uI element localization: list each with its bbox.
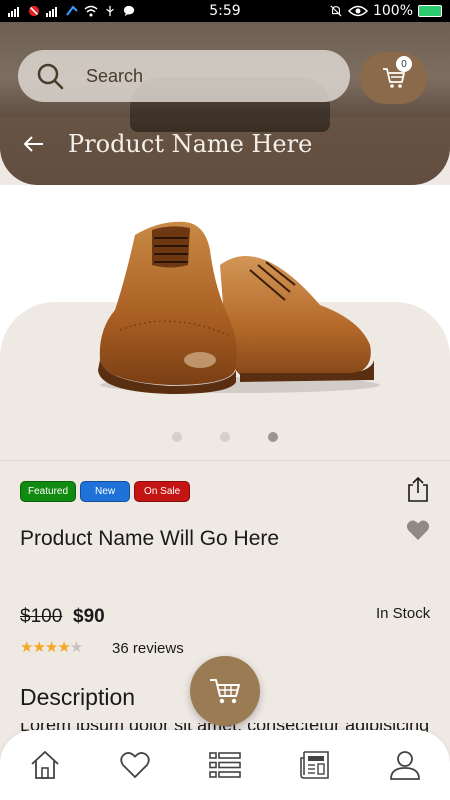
gallery-dot-1[interactable] bbox=[172, 432, 182, 442]
search-placeholder: Search bbox=[86, 65, 144, 86]
signal-icon-2 bbox=[46, 7, 57, 17]
search-bar[interactable]: Search bbox=[18, 50, 350, 102]
product-name: Product Name Will Go Here bbox=[20, 527, 280, 550]
mute-icon bbox=[330, 5, 342, 17]
badge-row: Featured New On Sale bbox=[20, 481, 191, 502]
original-price: $100 bbox=[20, 606, 63, 627]
search-icon bbox=[37, 63, 64, 90]
cart-button[interactable]: 0 bbox=[360, 52, 427, 104]
nav-home[interactable] bbox=[25, 745, 65, 785]
cart-count-badge: 0 bbox=[396, 56, 412, 72]
blocked-icon bbox=[28, 5, 40, 17]
badge-featured: Featured bbox=[20, 481, 77, 502]
rating-stars-empty: ★ bbox=[69, 639, 83, 656]
favorite-heart-icon[interactable] bbox=[406, 519, 430, 541]
review-count[interactable]: 36 reviews bbox=[112, 640, 184, 657]
heart-icon bbox=[120, 752, 150, 779]
gallery-dot-3-active[interactable] bbox=[268, 432, 278, 442]
rating-stars-filled: ★★★★ bbox=[20, 639, 71, 656]
nav-news[interactable] bbox=[295, 745, 335, 785]
badge-new: New bbox=[80, 481, 131, 502]
signal-icon bbox=[8, 7, 19, 17]
sale-price: $90 bbox=[73, 606, 105, 627]
message-icon bbox=[123, 5, 135, 17]
header: Search 0 Product Name Here bbox=[0, 22, 450, 185]
product-gallery[interactable] bbox=[0, 185, 450, 460]
stock-status: In Stock bbox=[376, 605, 431, 622]
carrier-icon bbox=[66, 5, 78, 16]
badge-on-sale: On Sale bbox=[134, 481, 191, 502]
rating-stars: ★★★★★ bbox=[20, 638, 83, 656]
usb-icon bbox=[106, 5, 114, 17]
battery-icon bbox=[418, 5, 442, 17]
gallery-pagination[interactable] bbox=[0, 432, 450, 442]
news-icon bbox=[300, 751, 329, 779]
cart-icon bbox=[210, 679, 240, 704]
product-image bbox=[98, 221, 380, 394]
gallery-dot-2[interactable] bbox=[220, 432, 230, 442]
page-title: Product Name Here bbox=[68, 130, 313, 158]
list-icon bbox=[209, 752, 241, 778]
eye-icon bbox=[347, 5, 368, 17]
add-to-cart-button[interactable] bbox=[190, 656, 260, 726]
share-icon[interactable] bbox=[406, 476, 430, 502]
bottom-navigation bbox=[0, 730, 450, 800]
nav-categories[interactable] bbox=[205, 745, 245, 785]
battery-percent: 100% bbox=[372, 3, 413, 19]
status-left bbox=[8, 5, 136, 17]
user-icon bbox=[390, 751, 420, 780]
nav-profile[interactable] bbox=[385, 745, 425, 785]
back-arrow-icon[interactable] bbox=[22, 132, 46, 156]
nav-wishlist[interactable] bbox=[115, 745, 155, 785]
description-heading: Description bbox=[20, 684, 136, 710]
wifi-icon bbox=[84, 5, 98, 17]
home-icon bbox=[31, 750, 59, 779]
status-right: 100% bbox=[329, 3, 442, 19]
status-bar: 5:59 100% bbox=[0, 0, 450, 22]
